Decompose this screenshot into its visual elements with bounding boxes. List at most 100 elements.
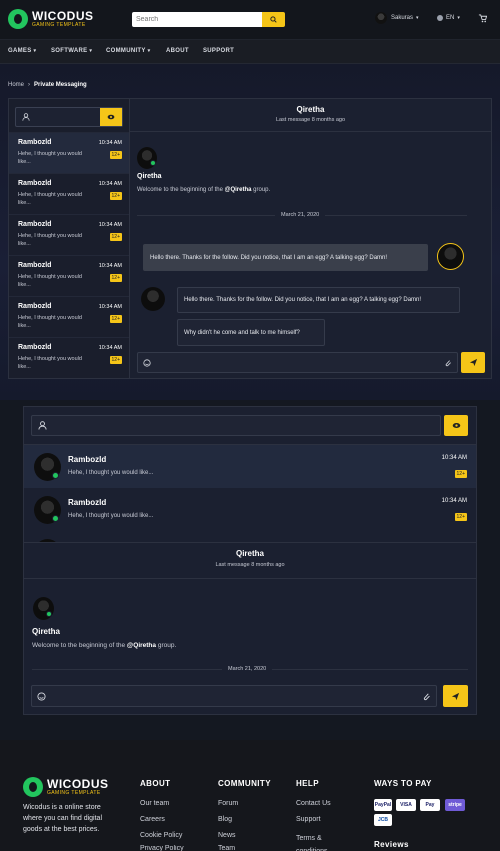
footer-logo[interactable]: WICODUS GAMING TEMPLATE [23,777,109,797]
logo-icon [8,9,28,29]
footer-help-title: HELP [296,779,319,788]
conversation-item[interactable]: Rambozld Hehe, I thought you would like.… [9,296,129,337]
conversation-name: Rambozld [18,180,52,187]
eye-icon [107,114,115,120]
message-input[interactable] [137,352,458,373]
online-indicator [46,611,52,617]
footer-reviews-title: Reviews [374,840,409,849]
conversation-preview: Hehe, I thought you would like... [18,192,82,206]
chat-title: Qiretha [235,549,264,558]
footer-link[interactable]: Blog [218,816,232,823]
footer-link[interactable]: Careers [140,816,165,823]
mobile-conversation-search-button[interactable] [444,415,468,436]
conversation-item[interactable]: Rambozld Hehe, I thought you would like.… [24,488,476,531]
unread-badge: 12+ [109,192,122,200]
conversation-preview: Hehe, I thought you would like... [18,274,82,288]
group-name: Qiretha [32,627,61,636]
footer-link[interactable]: Team [218,845,235,851]
footer-logo-subtitle: GAMING TEMPLATE [47,790,101,796]
chat-subtitle: Last message 8 months ago [275,117,346,123]
sender-avatar [437,243,464,270]
nav-community[interactable]: COMMUNITY ▾ [106,48,150,54]
footer-link[interactable]: Cookie Policy [140,832,182,839]
conversation-item[interactable]: Rambozld Hehe, I thought you would like.… [9,337,129,378]
conversation-item[interactable]: Rambozld Hehe, I thought you would like.… [24,445,476,488]
conversation-time: 10:34 AM [98,263,122,269]
user-icon [22,113,30,121]
conversation-item[interactable]: Rambozld Hehe, I thought you would like.… [9,132,129,173]
conversation-time: 10:34 AM [441,498,467,504]
online-indicator [52,472,59,479]
conversation-preview: Hehe, I thought you would like... [68,513,154,519]
main-nav: GAMES ▾ SOFTWARE ▾ COMMUNITY ▾ ABOUT SUP… [0,40,500,64]
unread-badge: 12+ [109,356,122,364]
send-icon [451,692,460,700]
conversation-item[interactable]: Rambozld Hehe, I thought you would like.… [9,214,129,255]
eye-icon [452,422,460,429]
emoji-icon[interactable] [37,692,46,701]
footer-link[interactable]: Privacy Policy [140,845,184,851]
conversation-search[interactable] [15,107,123,127]
logo-title: WICODUS [32,9,94,23]
group-mention[interactable]: @Qiretha [127,642,156,649]
nav-about[interactable]: ABOUT [166,48,189,54]
conversation-item[interactable]: Rambozld Hehe, I thought you would like.… [9,255,129,296]
user-icon [38,421,47,430]
contact-avatar [141,287,165,311]
chevron-down-icon: ▾ [416,15,419,21]
pay-badge: Pay [420,799,440,811]
chevron-down-icon: ▾ [457,15,460,21]
jcb-badge: JCB [374,814,392,826]
chat-header: Qiretha Last message 8 months ago [130,99,491,132]
stripe-badge: stripe [445,799,465,811]
mobile-conversation-search[interactable] [31,415,441,436]
group-avatar [33,597,54,620]
top-bar: WICODUS GAMING TEMPLATE Sakuras ▾ EN ▾ [0,0,500,40]
breadcrumb: Home › Private Messaging [8,82,87,88]
site-logo[interactable]: WICODUS GAMING TEMPLATE [8,9,94,29]
conversation-name: Rambozld [68,455,107,464]
message-input[interactable] [31,685,437,707]
site-footer: WICODUS GAMING TEMPLATE Wicodus is a onl… [0,740,500,851]
footer-link[interactable]: Forum [218,800,238,807]
nav-software[interactable]: SOFTWARE ▾ [51,48,92,54]
conversation-preview: Hehe, I thought you would like... [18,356,82,370]
conversation-search-button[interactable] [100,108,122,126]
footer-link[interactable]: Support [296,816,321,823]
emoji-icon[interactable] [143,359,151,367]
footer-link[interactable]: Terms & conditions [296,832,351,851]
attachment-icon[interactable] [422,692,431,701]
footer-link[interactable]: Our team [140,800,169,807]
chevron-down-icon: ▾ [147,48,151,54]
search-input[interactable] [132,12,262,27]
cart-icon[interactable] [478,14,487,23]
footer-logo-title: WICODUS [47,777,109,791]
nav-games[interactable]: GAMES ▾ [8,48,36,54]
attachment-icon[interactable] [444,359,452,367]
footer-link[interactable]: News [218,832,236,839]
language-label: EN [446,15,455,21]
conversation-time: 10:34 AM [441,455,467,461]
footer-link[interactable]: Contact Us [296,800,331,807]
avatar [375,12,387,24]
conversation-name: Rambozld [18,139,52,146]
conversation-item[interactable] [24,531,476,542]
user-menu[interactable]: Sakuras ▾ [375,12,419,24]
conversation-item[interactable]: Rambozld Hehe, I thought you would like.… [9,173,129,214]
username: Sakuras [391,15,414,21]
breadcrumb-home[interactable]: Home [8,82,24,88]
search-button[interactable] [262,12,285,27]
paypal-badge: PayPal [374,799,392,811]
unread-badge: 12+ [109,151,122,159]
nav-support[interactable]: SUPPORT [203,48,234,54]
send-button[interactable] [443,685,468,707]
message-bubble-received: Hello there. Thanks for the follow. Did … [177,287,460,313]
send-button[interactable] [461,352,485,373]
group-mention[interactable]: @Qiretha [225,187,252,193]
language-selector[interactable]: EN ▾ [437,15,460,21]
chat-title: Qiretha [296,105,325,114]
message-bubble-sent: Hello there. Thanks for the follow. Did … [143,244,428,271]
conversation-preview: Hehe, I thought you would like... [18,315,82,329]
conversation-name: Rambozld [18,221,52,228]
conversation-name: Rambozld [18,303,52,310]
